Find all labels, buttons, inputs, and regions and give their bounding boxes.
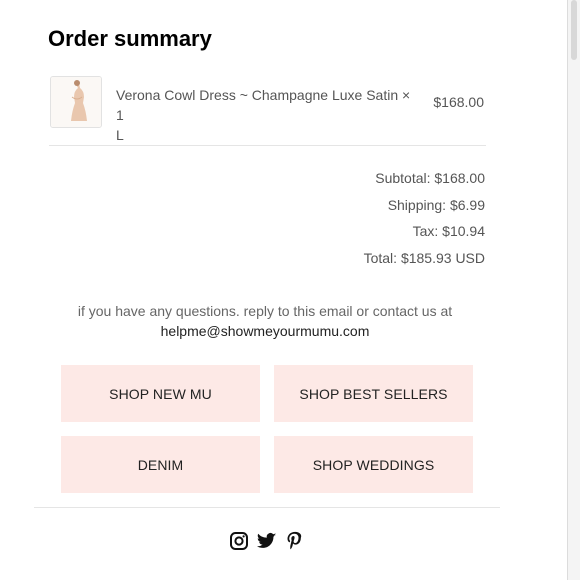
footer-divider — [34, 507, 500, 508]
dress-image — [51, 77, 101, 127]
product-title: Verona Cowl Dress ~ Champagne Luxe Satin… — [116, 87, 411, 123]
window-scrollbar[interactable] — [567, 0, 580, 580]
shop-new-mu-button[interactable]: SHOP NEW MU — [61, 365, 260, 422]
product-size: L — [116, 127, 124, 143]
page-title: Order summary — [48, 26, 212, 51]
contact-text: if you have any questions. reply to this… — [77, 303, 453, 319]
totals-block: Subtotal: $168.00 Shipping: $6.99 Tax: $… — [364, 168, 485, 274]
twitter-icon[interactable] — [257, 531, 277, 551]
denim-button[interactable]: DENIM — [61, 436, 260, 493]
shop-best-sellers-button[interactable]: SHOP BEST SELLERS — [274, 365, 473, 422]
tax: Tax: $10.94 — [412, 223, 485, 239]
shipping: Shipping: $6.99 — [387, 196, 485, 213]
pinterest-icon[interactable] — [285, 531, 305, 551]
order-line-item: Verona Cowl Dress ~ Champagne Luxe Satin… — [49, 76, 486, 143]
instagram-icon[interactable] — [229, 531, 249, 551]
product-name: Verona Cowl Dress ~ Champagne Luxe Satin… — [116, 85, 416, 145]
subtotal: Subtotal: $168.00 — [375, 170, 485, 186]
product-thumbnail[interactable] — [50, 76, 102, 128]
total: Total: $185.93 USD — [363, 249, 485, 266]
shop-weddings-button[interactable]: SHOP WEDDINGS — [274, 436, 473, 493]
contact-email-link[interactable]: helpme@showmeyourmumu.com — [40, 323, 490, 339]
product-price: $168.00 — [433, 94, 484, 110]
social-links — [229, 531, 309, 553]
scrollbar-thumb[interactable] — [571, 0, 577, 60]
divider — [49, 145, 486, 146]
